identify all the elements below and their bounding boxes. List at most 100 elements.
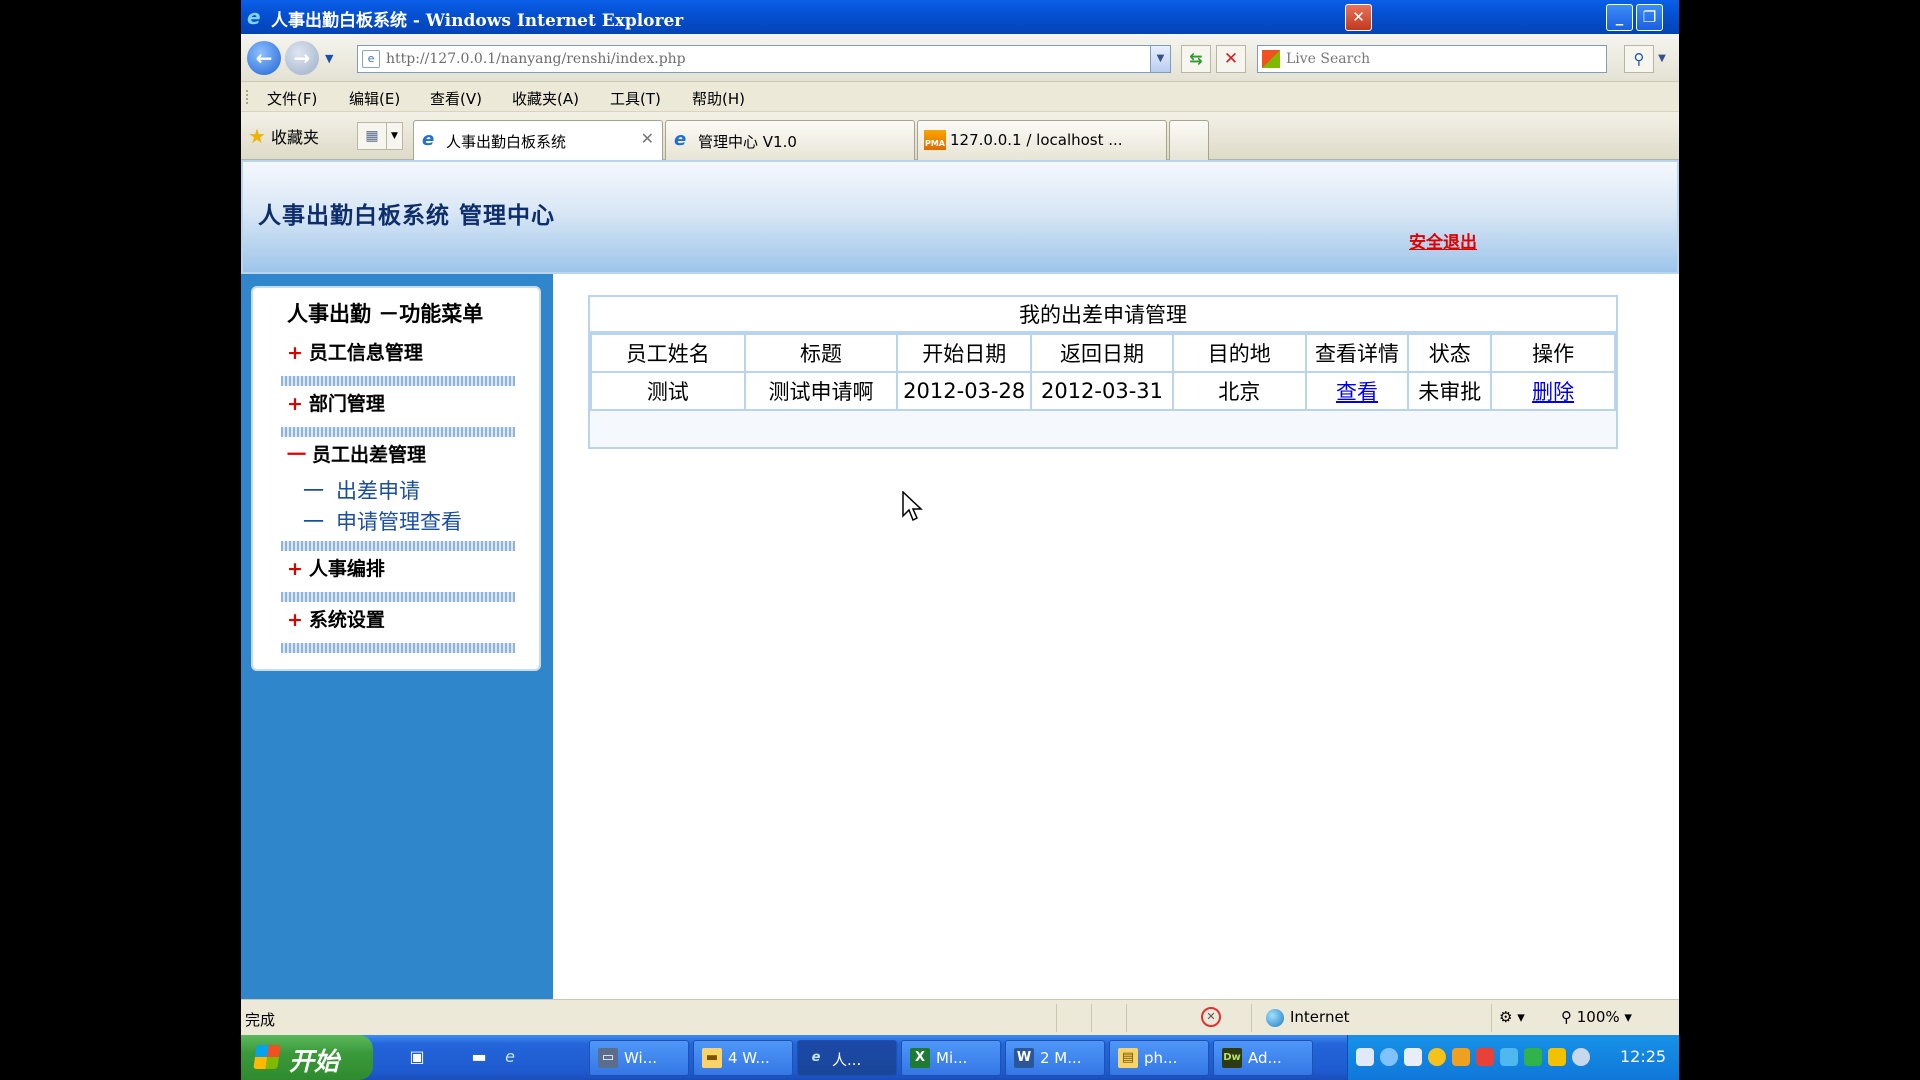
cell-start-date: 2012-03-28 bbox=[896, 371, 1033, 411]
sidebar-title: 人事出勤 －功能菜单 bbox=[287, 302, 484, 326]
cell-title: 测试申请啊 bbox=[743, 371, 899, 411]
taskbar-item[interactable]: ▤ ph... bbox=[1109, 1040, 1209, 1076]
view-details-link[interactable]: 查看 bbox=[1336, 380, 1378, 404]
security-zone[interactable]: Internet bbox=[1266, 1008, 1350, 1027]
zoom-control[interactable]: ⚲ 100% ▾ bbox=[1561, 1008, 1632, 1026]
column-header: 员工姓名 bbox=[590, 333, 746, 373]
status-bar: 完成 ✕ Internet ⚙ ▾ ⚲ 100% ▾ bbox=[241, 999, 1679, 1035]
cloud-icon[interactable] bbox=[1404, 1048, 1422, 1066]
taskbar-item[interactable]: W 2 M... bbox=[1005, 1040, 1105, 1076]
popup-blocker-icon[interactable]: ✕ bbox=[1201, 1007, 1221, 1027]
tray-app-icon[interactable] bbox=[1500, 1048, 1518, 1066]
tab-renshi[interactable]: e 人事出勤白板系统 ✕ bbox=[413, 120, 663, 160]
restore-button[interactable]: ❐ bbox=[1636, 4, 1663, 31]
plus-icon: + bbox=[287, 393, 303, 415]
tab-list-dropdown[interactable]: ▼ bbox=[387, 122, 403, 150]
stop-button[interactable]: ✕ bbox=[1216, 45, 1246, 73]
delete-link[interactable]: 删除 bbox=[1532, 380, 1574, 404]
network-icon[interactable] bbox=[1356, 1048, 1374, 1066]
search-options-dropdown[interactable]: ▼ bbox=[1654, 45, 1670, 73]
column-header: 标题 bbox=[743, 333, 899, 373]
tray-app-icon[interactable] bbox=[1428, 1048, 1446, 1066]
taskbar-item[interactable]: X Mi... bbox=[901, 1040, 1001, 1076]
forward-button[interactable]: → bbox=[285, 41, 319, 75]
tab-admin[interactable]: e 管理中心 V1.0 bbox=[665, 120, 915, 160]
minimize-button[interactable]: _ bbox=[1606, 4, 1633, 31]
globe-icon bbox=[1266, 1008, 1284, 1027]
close-button[interactable]: ✕ bbox=[1345, 4, 1372, 31]
ie-icon: e bbox=[422, 129, 435, 150]
table-header-row: 员工姓名 标题 开始日期 返回日期 目的地 查看详情 状态 操作 bbox=[590, 333, 1616, 373]
taskbar-item-label: 4 W... bbox=[728, 1049, 770, 1067]
sidebar-item-label: 员工信息管理 bbox=[308, 342, 423, 364]
explorer-icon[interactable]: ▬ bbox=[468, 1046, 490, 1068]
phpmyadmin-icon: PMA bbox=[924, 130, 946, 150]
sidebar-item-personnel-schedule[interactable]: + 人事编排 bbox=[287, 554, 385, 581]
menu-favorites[interactable]: 收藏夹(A) bbox=[512, 88, 579, 109]
address-dropdown-button[interactable]: ▼ bbox=[1150, 46, 1170, 72]
divider bbox=[281, 427, 515, 437]
taskbar-item-label: Wi... bbox=[624, 1049, 657, 1067]
sidebar-subitem-trip-apply[interactable]: 一出差申请 bbox=[303, 475, 420, 505]
taskbar-item[interactable]: e 人... bbox=[797, 1040, 897, 1076]
taskbar-item-label: 人... bbox=[832, 1051, 862, 1069]
sidebar-item-department[interactable]: + 部门管理 bbox=[287, 389, 385, 416]
sidebar-menu: 人事出勤 －功能菜单 + 员工信息管理 + 部门管理 一员工出差管理 一出差申请 一… bbox=[251, 286, 541, 671]
excel-icon: X bbox=[910, 1048, 930, 1068]
shield-icon[interactable] bbox=[1548, 1048, 1566, 1066]
tray-app-icon[interactable] bbox=[1524, 1048, 1542, 1066]
address-field[interactable]: e http://127.0.0.1/nanyang/renshi/index.… bbox=[357, 45, 1171, 73]
windows-logo-icon bbox=[253, 1045, 281, 1069]
menu-bar: 文件(F) 编辑(E) 查看(V) 收藏夹(A) 工具(T) 帮助(H) bbox=[241, 82, 1679, 112]
cell-destination: 北京 bbox=[1171, 371, 1307, 411]
new-tab-button[interactable] bbox=[1169, 120, 1209, 160]
tab-label: 管理中心 V1.0 bbox=[698, 133, 797, 151]
clock: 12:25 bbox=[1620, 1047, 1667, 1066]
refresh-button[interactable]: ⇆ bbox=[1181, 45, 1211, 73]
show-desktop-icon[interactable]: ▣ bbox=[406, 1046, 428, 1068]
start-button[interactable]: 开始 bbox=[241, 1035, 373, 1080]
ie-window: e 人事出勤白板系统 - Windows Internet Explorer _… bbox=[241, 0, 1679, 1080]
protected-mode-icon[interactable]: ⚙ ▾ bbox=[1499, 1008, 1525, 1026]
qq-icon[interactable] bbox=[1476, 1048, 1494, 1066]
live-search-logo-icon bbox=[1262, 50, 1280, 68]
sidebar-subitem-apply-manage[interactable]: 一申请管理查看 bbox=[303, 506, 462, 536]
search-field[interactable]: Live Search bbox=[1257, 45, 1607, 73]
sidebar-item-employee-info[interactable]: + 员工信息管理 bbox=[287, 338, 423, 365]
menu-help[interactable]: 帮助(H) bbox=[692, 88, 745, 109]
address-url[interactable]: http://127.0.0.1/nanyang/renshi/index.ph… bbox=[386, 51, 686, 67]
column-header: 操作 bbox=[1490, 333, 1616, 373]
notepad-icon: ▤ bbox=[1118, 1048, 1138, 1068]
recent-pages-dropdown[interactable]: ▼ bbox=[325, 52, 333, 65]
search-icon[interactable]: ⚲ bbox=[1624, 45, 1654, 73]
menu-edit[interactable]: 编辑(E) bbox=[349, 88, 400, 109]
sidebar-item-system-settings[interactable]: + 系统设置 bbox=[287, 605, 385, 632]
menu-view[interactable]: 查看(V) bbox=[430, 88, 482, 109]
menu-file[interactable]: 文件(F) bbox=[267, 88, 317, 109]
search-placeholder[interactable]: Live Search bbox=[1286, 51, 1370, 67]
column-header: 状态 bbox=[1407, 333, 1493, 373]
plus-icon: + bbox=[287, 342, 303, 364]
back-button[interactable]: ← bbox=[247, 41, 281, 75]
qq-icon[interactable] bbox=[1452, 1048, 1470, 1066]
page-body: 人事出勤 －功能菜单 + 员工信息管理 + 部门管理 一员工出差管理 一出差申请 一… bbox=[241, 274, 1679, 999]
word-icon: W bbox=[1014, 1048, 1034, 1068]
taskbar-item-label: ph... bbox=[1144, 1049, 1178, 1067]
taskbar-item[interactable]: ▭ Wi... bbox=[589, 1040, 689, 1076]
sidebar-item-label: 人事编排 bbox=[308, 558, 385, 580]
taskbar-item-label: Ad... bbox=[1248, 1049, 1282, 1067]
menu-tools[interactable]: 工具(T) bbox=[610, 88, 661, 109]
quick-tabs-button[interactable]: ▦ bbox=[357, 122, 387, 150]
tray-app-icon[interactable] bbox=[1572, 1048, 1590, 1066]
favorites-button[interactable]: ★ 收藏夹 bbox=[248, 124, 319, 148]
tab-bar: ★ 收藏夹 ▦ ▼ e 人事出勤白板系统 ✕ e 管理中心 V1.0 PMA 1… bbox=[241, 112, 1679, 160]
tray-app-icon[interactable] bbox=[1380, 1048, 1398, 1066]
taskbar-item[interactable]: Dw Ad... bbox=[1213, 1040, 1313, 1076]
sidebar-item-business-trip[interactable]: 一员工出差管理 bbox=[287, 440, 426, 467]
ie-quicklaunch-icon[interactable]: e bbox=[499, 1046, 521, 1068]
site-title: 人事出勤白板系统 管理中心 bbox=[258, 203, 556, 229]
close-tab-icon[interactable]: ✕ bbox=[641, 129, 654, 148]
logout-link[interactable]: 安全退出 bbox=[1409, 228, 1477, 253]
tab-phpmyadmin[interactable]: PMA 127.0.0.1 / localhost ... bbox=[917, 120, 1167, 160]
taskbar-item[interactable]: ▬ 4 W... bbox=[693, 1040, 793, 1076]
